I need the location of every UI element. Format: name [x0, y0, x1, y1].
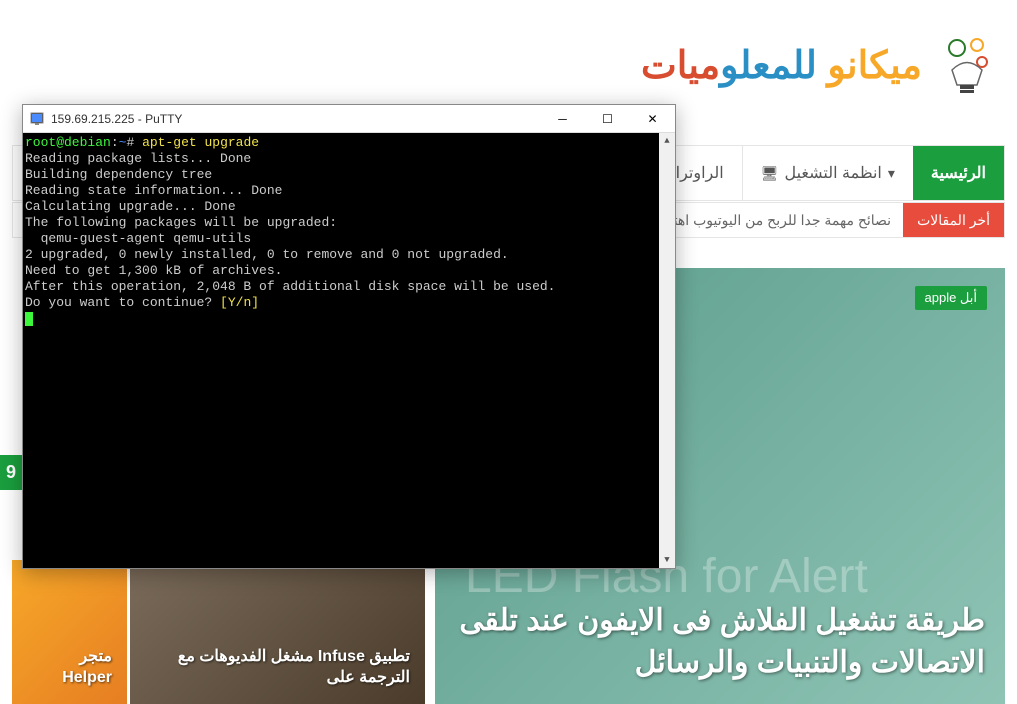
- featured-article-title: طريقة تشغيل الفلاش فى الايفون عند تلقى ا…: [455, 600, 985, 684]
- article-card-infuse[interactable]: تطبيق Infuse مشغل الفديوهات مع الترجمة ع…: [130, 560, 425, 704]
- terminal-output: root@debian:~# apt-get upgrade Reading p…: [25, 135, 673, 327]
- putty-icon: [29, 111, 45, 127]
- nav-home[interactable]: الرئيسية: [913, 146, 1004, 200]
- card-title: متجر Helper: [27, 647, 112, 689]
- nav-os-label: انظمة التشغيل: [784, 163, 881, 183]
- category-badge[interactable]: أبل apple: [915, 286, 988, 310]
- maximize-button[interactable]: ☐: [585, 105, 630, 133]
- terminal-cursor: [25, 312, 33, 326]
- window-title: 159.69.215.225 - PuTTY: [51, 112, 540, 126]
- ticker-label: أخر المقالات: [903, 203, 1004, 237]
- terminal-area[interactable]: root@debian:~# apt-get upgrade Reading p…: [23, 133, 675, 568]
- minimize-button[interactable]: ─: [540, 105, 585, 133]
- left-marker: 9: [0, 455, 22, 490]
- monitor-icon: 🖥: [761, 165, 779, 182]
- scroll-down-button[interactable]: ▼: [659, 552, 675, 568]
- article-card-helper[interactable]: متجر Helper: [12, 560, 127, 704]
- nav-home-label: الرئيسية: [931, 163, 986, 183]
- putty-window: 159.69.215.225 - PuTTY ─ ☐ ✕ root@debian…: [22, 104, 676, 569]
- window-titlebar[interactable]: 159.69.215.225 - PuTTY ─ ☐ ✕: [23, 105, 675, 133]
- nav-os[interactable]: 🖥 انظمة التشغيل ▾: [742, 146, 913, 200]
- card-title: تطبيق Infuse مشغل الفديوهات مع الترجمة ع…: [145, 647, 410, 689]
- scrollbar-track[interactable]: [659, 149, 675, 552]
- close-button[interactable]: ✕: [630, 105, 675, 133]
- logo-text: ميكانو للمعلوميات: [641, 43, 922, 88]
- terminal-scrollbar[interactable]: ▲ ▼: [659, 133, 675, 568]
- chevron-down-icon: ▾: [888, 165, 895, 182]
- scroll-up-button[interactable]: ▲: [659, 133, 675, 149]
- site-logo[interactable]: ميكانو للمعلوميات: [641, 30, 1002, 100]
- lightbulb-gears-icon: [932, 30, 1002, 100]
